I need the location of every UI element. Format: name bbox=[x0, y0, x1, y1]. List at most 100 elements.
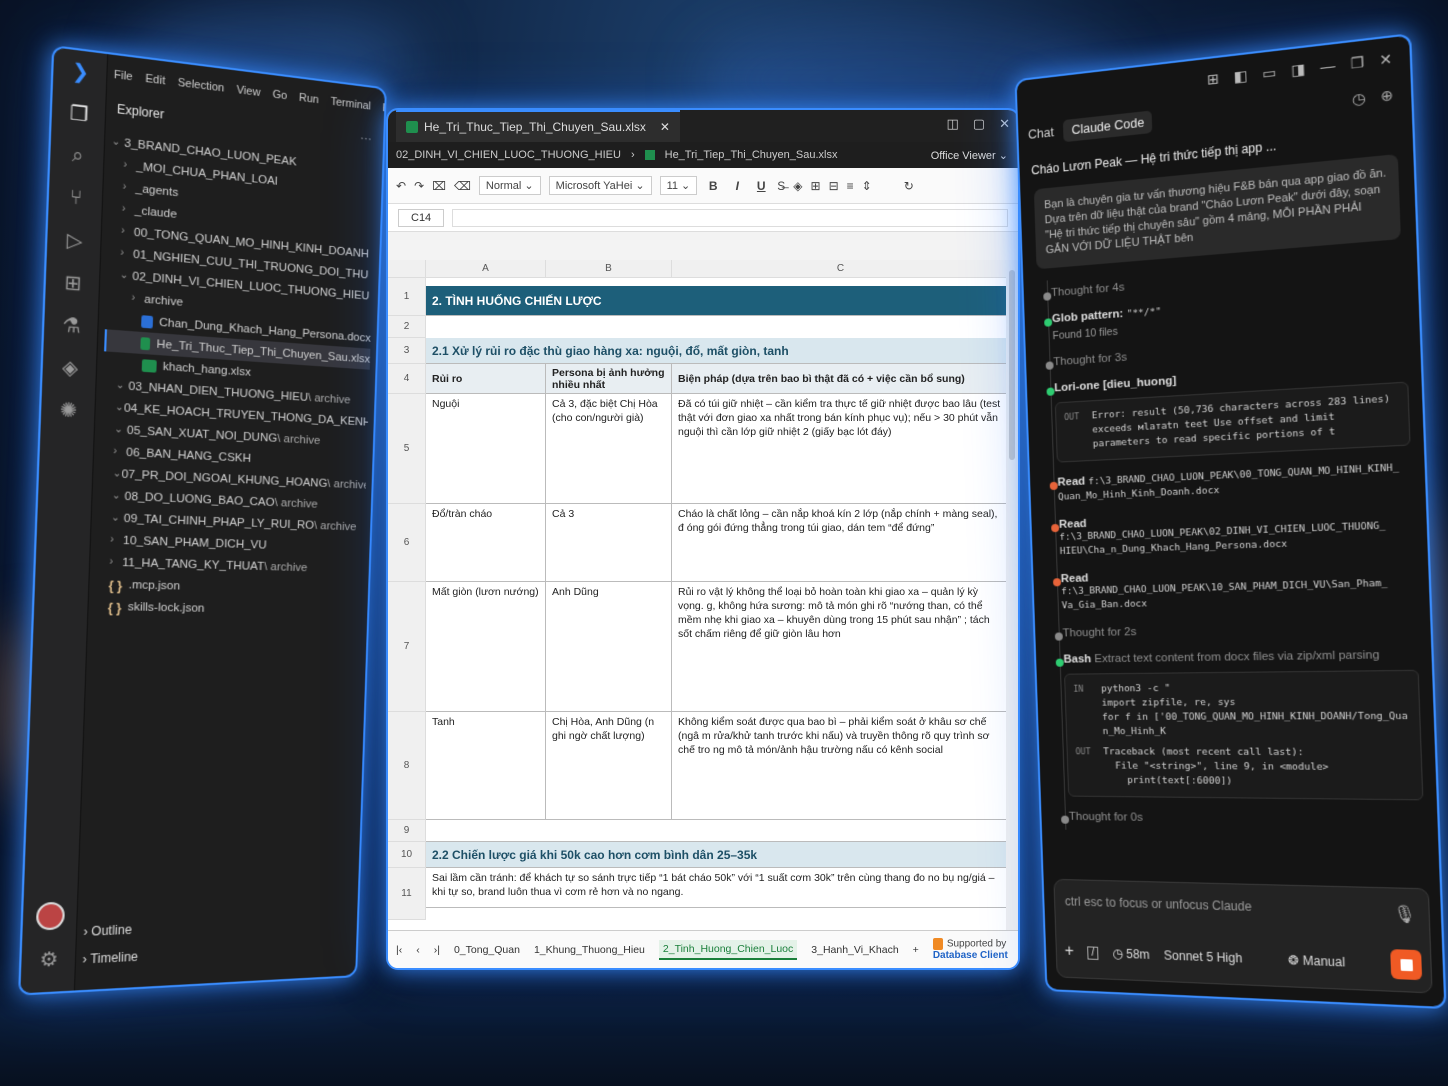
maximize-icon[interactable]: ▢ bbox=[973, 116, 985, 132]
table-cell[interactable]: Tanh bbox=[426, 712, 546, 820]
table-cell[interactable]: Đã có túi giữ nhiệt – cần kiểm tra thực … bbox=[672, 394, 1006, 504]
table-cell[interactable]: Mất giòn (lươn nướng) bbox=[426, 582, 546, 712]
table-header-persona[interactable]: Persona bị ảnh hưởng nhiều nhất bbox=[546, 364, 672, 394]
timeline-section[interactable]: › Timeline bbox=[82, 949, 138, 966]
minimize-icon[interactable]: — bbox=[1320, 57, 1336, 75]
empty-row-cell[interactable] bbox=[426, 820, 1006, 842]
panel-toggle-icon[interactable]: ▭ bbox=[1262, 63, 1277, 82]
table-cell[interactable]: Anh Dũng bbox=[546, 582, 672, 712]
extensions-icon[interactable]: ⊞ bbox=[45, 260, 101, 307]
sheet-tab[interactable]: 3_Hanh_Vi_Khach bbox=[811, 944, 898, 956]
table-cell[interactable]: Cả 3, đặc biệt Chị Hòa (cho con/người gi… bbox=[546, 394, 672, 504]
fill-color-icon[interactable]: ◈ bbox=[793, 179, 802, 193]
prev-sheet-icon[interactable]: ‹ bbox=[416, 944, 420, 956]
row-header[interactable]: 1 bbox=[388, 278, 426, 316]
row-header[interactable]: 9 bbox=[388, 820, 426, 842]
split-editor-icon[interactable]: ◫ bbox=[947, 116, 959, 132]
stop-button[interactable] bbox=[1390, 949, 1422, 980]
next-sheet-icon[interactable]: ›| bbox=[434, 944, 440, 956]
run-debug-icon[interactable]: ▷ bbox=[47, 217, 103, 264]
cell-reference[interactable]: C14 bbox=[398, 209, 444, 227]
read-event[interactable]: Read f:\3_BRAND_CHAO_LUON_PEAK\10_SAN_PH… bbox=[1060, 555, 1416, 620]
spreadsheet-grid[interactable]: A B C 1 2 3 4 5 6 7 8 9 10 11 2. TÌNH HUỐNG CHIẾN … bbox=[388, 260, 1006, 930]
menu-item[interactable]: Selection bbox=[178, 77, 225, 95]
bash-event[interactable]: Bash Extract text content from docx file… bbox=[1063, 641, 1424, 808]
menu-item[interactable]: View bbox=[236, 84, 260, 99]
font-select[interactable]: Microsoft YaHei ⌄ bbox=[549, 176, 652, 195]
redo-icon[interactable]: ↷ bbox=[414, 179, 424, 193]
thought-event[interactable]: Thought for 0s bbox=[1068, 804, 1424, 836]
supported-by[interactable]: Supported by Database Client bbox=[933, 938, 1008, 961]
align-left-icon[interactable]: ≡ bbox=[847, 179, 854, 193]
search-icon[interactable]: ⌕ bbox=[50, 132, 106, 180]
vertical-align-icon[interactable]: ⇕ bbox=[862, 179, 872, 193]
table-cell[interactable]: Cả 3 bbox=[546, 504, 672, 582]
bold-icon[interactable]: B bbox=[705, 179, 721, 193]
scrollbar-thumb[interactable] bbox=[1009, 270, 1015, 460]
tab-claude-code[interactable]: Claude Code bbox=[1063, 110, 1152, 142]
add-icon[interactable]: + bbox=[1064, 943, 1074, 962]
formula-input[interactable] bbox=[452, 209, 1008, 227]
settings-gear-icon[interactable]: ⚙ bbox=[21, 937, 77, 982]
breadcrumb-folder[interactable]: 02_DINH_VI_CHIEN_LUOC_THUONG_HIEU bbox=[396, 149, 621, 161]
row-header[interactable]: 8 bbox=[388, 712, 426, 820]
sheet-tab-active[interactable]: 2_Tinh_Huong_Chien_Luoc bbox=[659, 940, 797, 960]
row-header[interactable]: 4 bbox=[388, 364, 426, 394]
model-selector[interactable]: Sonnet 5 High bbox=[1164, 948, 1243, 965]
row-header[interactable]: 3 bbox=[388, 338, 426, 364]
editor-tab[interactable]: He_Tri_Thuc_Tiep_Thi_Chuyen_Sau.xlsx ✕ bbox=[396, 110, 680, 142]
microphone-icon[interactable]: 🎙 bbox=[1393, 903, 1416, 925]
avatar[interactable] bbox=[36, 902, 65, 931]
eraser-icon[interactable]: ⌫ bbox=[454, 179, 471, 193]
subsection-title-cell[interactable]: 2.2 Chiến lược giá khi 50k cao hơn cơm b… bbox=[426, 842, 1006, 868]
table-cell[interactable]: Cháo là chất lỏng – cần nắp khoá kín 2 l… bbox=[672, 504, 1006, 582]
merge-icon[interactable]: ⊟ bbox=[829, 179, 839, 193]
column-header-c[interactable]: C bbox=[672, 260, 1006, 278]
prompt-input[interactable]: ctrl esc to focus or unfocus Claude 🎙 + … bbox=[1053, 879, 1432, 994]
tab-chat[interactable]: Chat bbox=[1028, 125, 1054, 142]
restore-icon[interactable]: ❐ bbox=[1350, 53, 1364, 72]
row-header[interactable]: 2 bbox=[388, 316, 426, 338]
column-header-b[interactable]: B bbox=[546, 260, 672, 278]
layout-icon[interactable]: ⊞ bbox=[1207, 70, 1220, 89]
empty-row-cell[interactable] bbox=[426, 316, 1006, 338]
column-header-a[interactable]: A bbox=[426, 260, 546, 278]
testing-icon[interactable]: ⚗ bbox=[44, 302, 100, 348]
source-control-icon[interactable]: ⑂ bbox=[48, 175, 104, 223]
corner-header[interactable] bbox=[388, 260, 426, 278]
close-icon[interactable]: ✕ bbox=[999, 116, 1010, 132]
first-sheet-icon[interactable]: |‹ bbox=[396, 944, 402, 956]
row-header[interactable]: 10 bbox=[388, 842, 426, 868]
row-header[interactable]: 7 bbox=[388, 582, 426, 712]
row-header[interactable]: 6 bbox=[388, 504, 426, 582]
slash-command-icon[interactable]: / bbox=[1087, 946, 1098, 960]
strikethrough-icon[interactable]: S̶ bbox=[777, 179, 785, 193]
table-header-measure[interactable]: Biện pháp (dựa trên bao bì thật đã có + … bbox=[672, 364, 1006, 394]
format-painter-icon[interactable]: ⌧ bbox=[432, 179, 446, 193]
breadcrumb-file[interactable]: He_Tri_Tiep_Thi_Chuyen_Sau.xlsx bbox=[665, 149, 838, 161]
table-cell[interactable]: Không kiểm soát được qua bao bì – phải k… bbox=[672, 712, 1006, 820]
menu-item[interactable]: File bbox=[114, 69, 133, 84]
explorer-icon[interactable]: ❐ bbox=[51, 90, 106, 138]
vertical-scrollbar[interactable] bbox=[1006, 260, 1018, 930]
row-header[interactable]: 5 bbox=[388, 394, 426, 504]
menu-item[interactable]: Terminal bbox=[330, 96, 371, 113]
sheet-tab[interactable]: 0_Tong_Quan bbox=[454, 944, 520, 956]
add-sheet-icon[interactable]: + bbox=[913, 944, 919, 956]
history-icon[interactable]: ◷ bbox=[1352, 89, 1366, 108]
tree-file[interactable]: { } skills-lock.json bbox=[95, 595, 362, 622]
table-cell[interactable]: Nguội bbox=[426, 394, 546, 504]
menu-item[interactable]: Edit bbox=[145, 73, 165, 88]
python-icon[interactable]: ◈ bbox=[42, 345, 98, 391]
claude-icon[interactable]: ✺ bbox=[41, 388, 97, 434]
table-cell[interactable]: Sai lầm cần tránh: để khách tự so sánh t… bbox=[426, 868, 1006, 908]
italic-icon[interactable]: I bbox=[729, 179, 745, 193]
table-cell[interactable]: Rủi ro vật lý không thể loại bỏ hoàn toà… bbox=[672, 582, 1006, 712]
secondary-sidebar-icon[interactable]: ◨ bbox=[1291, 60, 1306, 79]
sidebar-toggle-icon[interactable]: ◧ bbox=[1234, 66, 1248, 85]
outline-section[interactable]: › Outline bbox=[83, 922, 132, 939]
subsection-title-cell[interactable]: 2.1 Xử lý rủi ro đặc thù giao hàng xa: n… bbox=[426, 338, 1006, 364]
underline-icon[interactable]: U bbox=[753, 179, 769, 193]
close-icon[interactable]: ✕ bbox=[1379, 50, 1393, 69]
undo-icon[interactable]: ↶ bbox=[396, 179, 406, 193]
